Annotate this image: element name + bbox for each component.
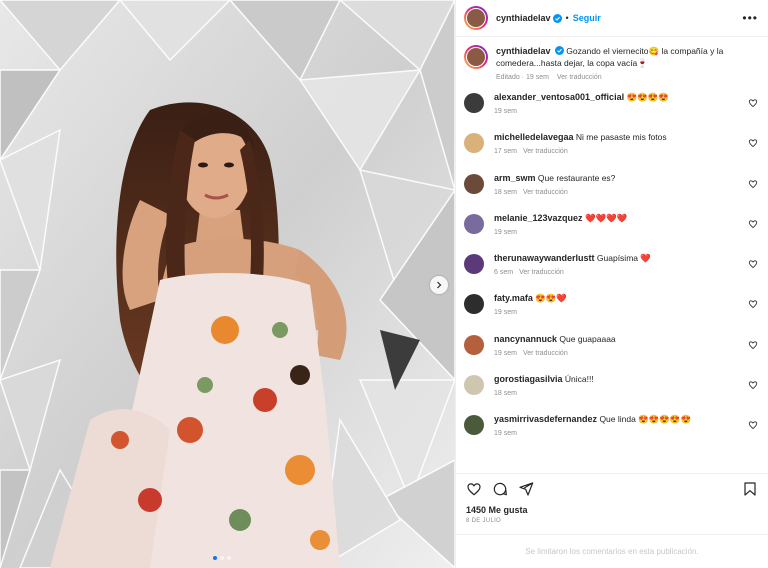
commenter-avatar[interactable] [464, 93, 484, 113]
commenter-avatar[interactable] [464, 294, 484, 315]
action-bar [456, 473, 768, 503]
commenter-username[interactable]: arm_swm [494, 173, 536, 183]
instagram-post: cynthiadelav • Seguir ••• cynthiadelav G… [0, 0, 768, 568]
carousel-dot [227, 556, 231, 560]
commenter-avatar[interactable] [464, 213, 484, 234]
comment-like-heart-icon[interactable] [748, 138, 758, 148]
comment-translate-link[interactable]: Ver traducción [519, 269, 564, 276]
comment-row: melanie_123vazquez ❤️❤️❤️❤️ 19 sem [464, 213, 760, 253]
commenter-avatar[interactable] [464, 254, 484, 275]
commenter-avatar[interactable] [464, 415, 484, 436]
verified-badge-icon [552, 13, 562, 23]
commenter-avatar[interactable] [464, 375, 484, 396]
comment-text: Única!!! [564, 374, 594, 385]
comment-time: 17 sem [494, 148, 517, 156]
follow-button[interactable]: Seguir [573, 13, 601, 23]
comment-like-heart-icon[interactable] [748, 340, 758, 350]
post-header: cynthiadelav • Seguir ••• [456, 0, 768, 37]
carousel-dot [220, 556, 224, 560]
commenter-avatar[interactable] [464, 334, 484, 355]
author-avatar[interactable] [464, 6, 488, 30]
comment-text: Que linda 😍😍😍😍😍 [599, 414, 692, 425]
comment-time: 19 sem [494, 430, 517, 438]
photo-scene [0, 0, 455, 568]
comment-text: 😍😍❤️ [535, 293, 567, 304]
commenter-avatar[interactable] [464, 173, 484, 194]
comment-row: yasmirrivasdefernandez Que linda 😍😍😍😍😍 19… [464, 414, 760, 454]
comments-list[interactable]: cynthiadelav Gozando el viernecito😋 la c… [456, 37, 768, 473]
comment-time: 19 sem [494, 309, 517, 317]
comment-row: alexander_ventosa001_official 😍😍😍😍 19 sem [464, 92, 760, 132]
commenter-username[interactable]: michelledelavegaa [494, 132, 574, 142]
comment-row: michelledelavegaa Ni me pasaste mis foto… [464, 132, 760, 172]
comment-like-heart-icon[interactable] [748, 380, 758, 390]
comment-text: 😍😍😍😍 [626, 92, 669, 102]
comment-row: nancynannuck Que guapaaaa 19 sem Ver tradu… [464, 334, 760, 374]
comment-translate-link[interactable]: Ver traducción [523, 148, 568, 155]
comment-like-heart-icon[interactable] [748, 219, 758, 229]
comment-time: 6 sem [494, 269, 514, 277]
carousel-dots [213, 556, 231, 560]
comment-like-heart-icon[interactable] [748, 98, 758, 108]
caption-translate-link[interactable]: Ver traducción [557, 74, 602, 81]
comment-row: gorostiagasilvia Única!!! 18 sem [464, 374, 760, 414]
comment-like-heart-icon[interactable] [748, 299, 758, 309]
heart-icon[interactable] [466, 481, 482, 497]
post-side-panel: cynthiadelav • Seguir ••• cynthiadelav G… [455, 0, 768, 568]
commenter-username[interactable]: melanie_123vazquez [494, 213, 583, 223]
caption-avatar[interactable] [464, 45, 488, 69]
caption-edited-time: Editado · 19 sem [496, 74, 549, 81]
share-icon[interactable] [518, 481, 534, 497]
comment-like-heart-icon[interactable] [748, 179, 758, 189]
author-username[interactable]: cynthiadelav [496, 13, 551, 23]
comment-time: 18 sem [494, 390, 517, 398]
caption-username[interactable]: cynthiadelav [496, 46, 551, 56]
post-photo[interactable] [0, 0, 455, 568]
comment-like-heart-icon[interactable] [748, 420, 758, 430]
comment-text: Guapísima ❤️ [596, 253, 651, 264]
next-photo-button[interactable] [430, 276, 448, 294]
comment-time: 19 sem [494, 108, 517, 115]
comments-limited-notice: Se limitaron los comentarios en esta pub… [456, 534, 768, 568]
commenter-username[interactable]: therunawaywanderlustt [494, 253, 595, 263]
caption: cynthiadelav Gozando el viernecito😋 la c… [464, 45, 760, 84]
bookmark-icon[interactable] [742, 481, 758, 497]
post-date: 8 DE JULIO [466, 518, 502, 524]
comment-like-heart-icon[interactable] [748, 259, 758, 269]
comment-text: Ni me pasaste mis fotos [575, 132, 667, 143]
commenter-username[interactable]: faty.mafa [494, 293, 533, 303]
commenter-username[interactable]: alexander_ventosa001_official [494, 92, 624, 102]
commenter-username[interactable]: yasmirrivasdefernandez [494, 414, 597, 424]
comment-translate-link[interactable]: Ver traducción [523, 189, 568, 196]
carousel-dot-active [213, 556, 217, 560]
more-options-icon[interactable]: ••• [742, 12, 758, 24]
comment-text: Que restaurante es? [537, 172, 616, 183]
comment-translate-link[interactable]: Ver traducción [523, 350, 568, 357]
comment-icon[interactable] [492, 481, 508, 497]
commenter-username[interactable]: gorostiagasilvia [494, 374, 563, 384]
chevron-right-icon [437, 281, 442, 289]
commenter-username[interactable]: nancynannuck [494, 334, 557, 344]
comment-time: 19 sem [494, 349, 517, 357]
comment-text: ❤️❤️❤️❤️ [584, 212, 628, 223]
comment-row: therunawaywanderlustt Guapísima ❤️ 6 sem V… [464, 253, 760, 293]
comment-time: 18 sem [494, 188, 517, 196]
verified-badge-icon [554, 46, 564, 55]
commenter-avatar[interactable] [464, 133, 484, 154]
likes-count[interactable]: 1450 Me gusta [456, 503, 768, 515]
comment-row: arm_swm Que restaurante es? 18 sem Ver tra… [464, 173, 760, 213]
comment-time: 19 sem [494, 228, 517, 236]
comment-text: Que guapaaaa [559, 333, 616, 344]
header-separator: • [565, 13, 569, 23]
comment-row: faty.mafa 😍😍❤️ 19 sem [464, 293, 760, 333]
